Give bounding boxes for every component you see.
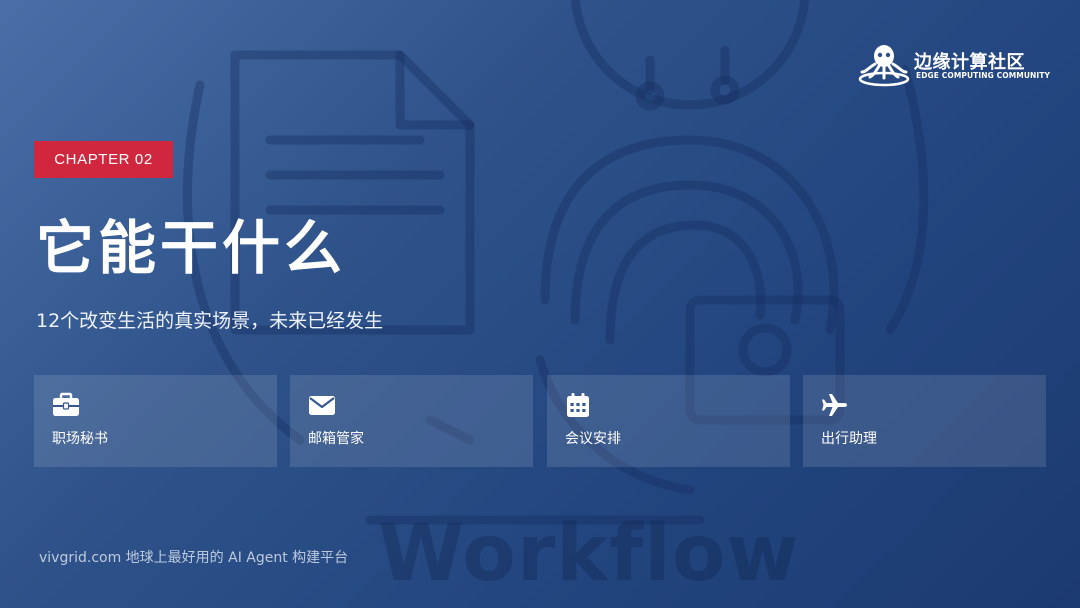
calendar-icon <box>567 393 589 417</box>
card-label: 出行助理 <box>821 431 877 447</box>
card-travel-assistant[interactable]: 出行助理 <box>803 375 1046 467</box>
footer-tagline: vivgrid.com 地球上最好用的 AI Agent 构建平台 <box>39 550 349 566</box>
card-label: 职场秘书 <box>52 431 108 447</box>
background-watermark-text: Workflow <box>378 509 800 599</box>
brand-logo[interactable]: 边缘计算社区 EDGE COMPUTING COMMUNITY <box>858 42 1051 90</box>
card-label: 会议安排 <box>565 431 621 447</box>
logo-name-en: EDGE COMPUTING COMMUNITY <box>916 71 1051 80</box>
card-label: 邮箱管家 <box>308 431 364 447</box>
briefcase-icon <box>53 392 79 416</box>
card-meeting-scheduler[interactable]: 会议安排 <box>547 375 790 467</box>
envelope-icon <box>309 396 335 415</box>
page-subtitle: 12个改变生活的真实场景，未来已经发生 <box>36 310 384 332</box>
slide: Workflow 边缘计算社区 EDGE COMPUTING COMMUNITY… <box>0 0 1080 608</box>
card-workplace-secretary[interactable]: 职场秘书 <box>34 375 277 467</box>
card-email-manager[interactable]: 邮箱管家 <box>290 375 533 467</box>
octopus-logo-icon <box>858 45 910 87</box>
chapter-badge: CHAPTER 02 <box>34 141 173 178</box>
bg-document-shape <box>230 50 475 335</box>
page-title: 它能干什么 <box>36 214 347 282</box>
feature-cards: 职场秘书 邮箱管家 会议安排 出行助理 <box>34 375 1046 467</box>
airplane-icon <box>822 394 847 416</box>
